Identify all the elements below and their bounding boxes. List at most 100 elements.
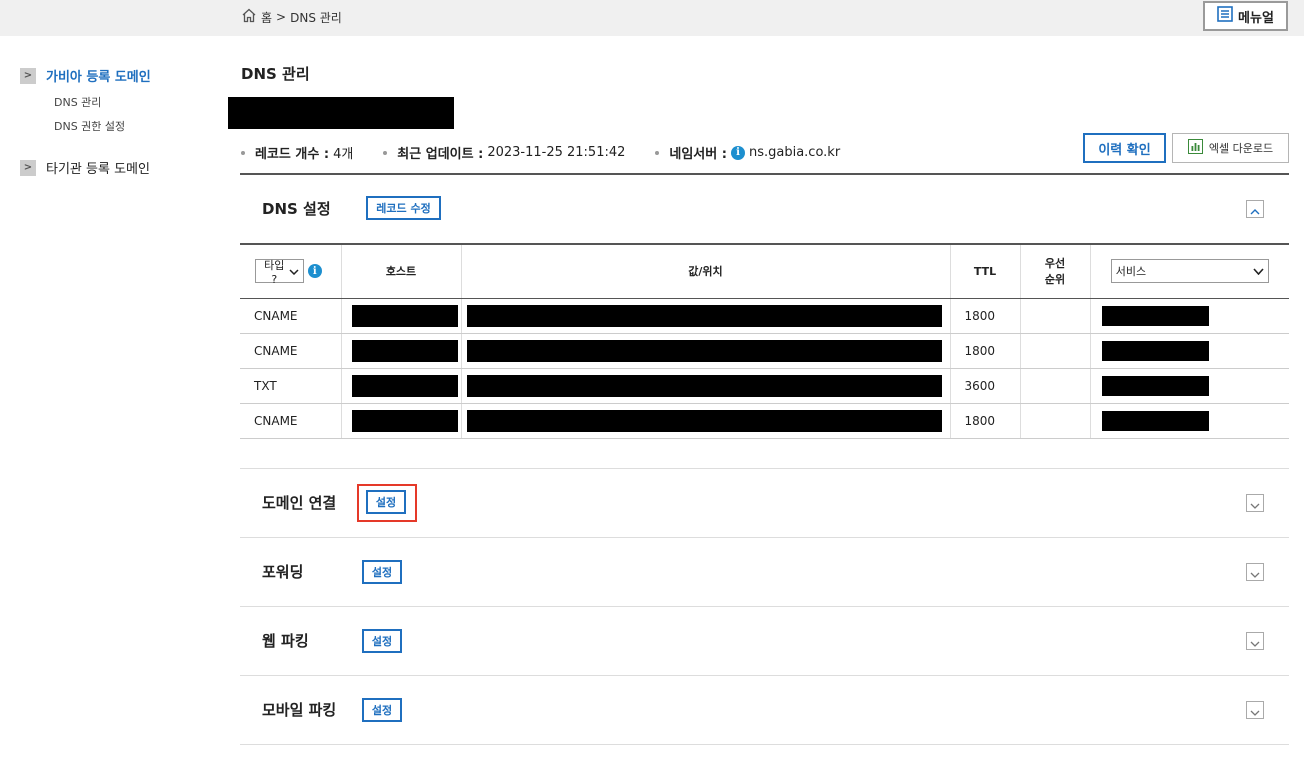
redacted-value — [466, 409, 942, 432]
expand-mobile-parking-toggle[interactable] — [1246, 701, 1264, 719]
record-ttl: 1800 — [949, 403, 1020, 439]
redacted-value — [466, 304, 942, 327]
sidebar-item-gabia-domains[interactable]: > 가비아 등록 도메인 — [20, 66, 151, 85]
mobile-parking-title: 모바일 파킹 — [262, 701, 337, 719]
nameserver: 네임서버 : i ns.gabia.co.kr — [655, 143, 840, 162]
expand-forwarding-toggle[interactable] — [1246, 563, 1264, 581]
record-service — [1089, 368, 1289, 404]
record-service — [1089, 298, 1289, 334]
service-filter-value: 서비스 — [1115, 265, 1147, 279]
bullet — [241, 150, 245, 155]
expand-domain-connect-toggle[interactable] — [1246, 494, 1264, 512]
record-value — [460, 403, 950, 439]
host-column-header: 호스트 — [340, 243, 461, 299]
table-header-row: 타입 ? i 호스트 값/위치 TTL 우선 순위 서비스 — [240, 243, 1289, 299]
breadcrumb: 홈 > DNS 관리 — [241, 8, 342, 26]
service-filter-select[interactable]: 서비스 — [1110, 259, 1269, 284]
record-type: CNAME — [240, 403, 341, 439]
record-host — [340, 298, 461, 334]
sidebar-item-label: 타기관 등록 도메인 — [46, 162, 150, 177]
priority-column-header: 우선 순위 — [1019, 243, 1090, 299]
record-count-label: 레코드 개수 : — [255, 147, 330, 162]
record-priority — [1019, 333, 1090, 369]
chevron-down-icon — [1253, 265, 1264, 278]
value-column-header: 값/위치 — [460, 243, 950, 299]
chevron-up-icon — [1250, 200, 1260, 219]
record-value — [460, 298, 950, 334]
chevron-down-icon — [1250, 632, 1260, 651]
chevron-down-icon — [289, 265, 299, 278]
redacted-domain-name — [228, 97, 454, 129]
table-row[interactable]: TXT 3600 — [240, 368, 1289, 404]
nameserver-label: 네임서버 : — [669, 147, 727, 162]
record-service — [1089, 403, 1289, 439]
bullet — [655, 150, 660, 155]
sidebar-item-label: 가비아 등록 도메인 — [46, 70, 151, 85]
dns-settings-title: DNS 설정 — [262, 200, 331, 218]
breadcrumb-separator: > — [276, 10, 287, 24]
info-icon[interactable]: i — [730, 145, 745, 160]
history-button[interactable]: 이력 확인 — [1083, 133, 1166, 163]
info-icon[interactable]: i — [307, 264, 322, 279]
redacted-service — [1101, 410, 1209, 431]
excel-icon — [1187, 139, 1209, 157]
last-update-label: 최근 업데이트 : — [397, 147, 484, 162]
record-type: TXT — [240, 368, 341, 404]
priority-header-line2: 순위 — [1044, 273, 1066, 287]
divider — [240, 606, 1289, 607]
dns-record-table: 타입 ? i 호스트 값/위치 TTL 우선 순위 서비스 CNAME 1800… — [240, 243, 1289, 439]
record-ttl: 1800 — [949, 298, 1020, 334]
web-parking-title: 웹 파킹 — [262, 632, 309, 650]
record-count-value: 4개 — [333, 147, 354, 162]
sidebar-subitem-dns-permission[interactable]: DNS 권한 설정 — [54, 118, 125, 134]
excel-download-label: 엑셀 다운로드 — [1208, 142, 1274, 155]
forwarding-settings-button[interactable]: 설정 — [362, 560, 402, 584]
record-priority — [1019, 368, 1090, 404]
collapse-dns-toggle[interactable] — [1246, 200, 1264, 218]
table-row[interactable]: CNAME 1800 — [240, 403, 1289, 439]
priority-header-line1: 우선 — [1044, 257, 1066, 271]
mobile-parking-settings-button[interactable]: 설정 — [362, 698, 402, 722]
nameserver-value: ns.gabia.co.kr — [748, 145, 841, 160]
record-edit-button[interactable]: 레코드 수정 — [366, 196, 441, 220]
table-row[interactable]: CNAME 1800 — [240, 298, 1289, 334]
divider — [240, 173, 1289, 175]
redacted-service — [1101, 305, 1209, 326]
web-parking-settings-button[interactable]: 설정 — [362, 629, 402, 653]
record-host — [340, 403, 461, 439]
record-priority — [1019, 298, 1090, 334]
type-column-header: 타입 ? i — [240, 243, 341, 299]
domain-info-row: 레코드 개수 : 4개 최근 업데이트 : 2023-11-25 21:51:4… — [241, 143, 870, 162]
chevron-down-icon — [1250, 701, 1260, 720]
excel-download-button[interactable]: 엑셀 다운로드 — [1172, 133, 1289, 163]
domain-connect-settings-button[interactable]: 설정 — [366, 490, 406, 514]
sidebar-subitem-dns-manage[interactable]: DNS 관리 — [54, 94, 101, 110]
divider — [240, 744, 1289, 745]
redacted-host — [351, 339, 458, 362]
record-value — [460, 333, 950, 369]
sidebar-item-other-domains[interactable]: > 타기관 등록 도메인 — [20, 158, 150, 177]
top-bar: 홈 > DNS 관리 메뉴얼 — [0, 0, 1304, 36]
table-row[interactable]: CNAME 1800 — [240, 333, 1289, 369]
home-icon[interactable] — [241, 8, 261, 26]
chevron-right-icon: > — [20, 67, 36, 84]
divider — [240, 468, 1289, 469]
redacted-service — [1101, 340, 1209, 361]
redacted-value — [466, 374, 942, 397]
chevron-right-icon: > — [20, 159, 36, 176]
type-filter-select[interactable]: 타입 ? — [254, 259, 304, 286]
service-column-header: 서비스 — [1089, 243, 1289, 299]
record-host — [340, 368, 461, 404]
breadcrumb-home[interactable]: 홈 — [261, 9, 272, 26]
chevron-down-icon — [1250, 563, 1260, 582]
page-title: DNS 관리 — [241, 65, 310, 83]
record-service — [1089, 333, 1289, 369]
redacted-service — [1101, 375, 1209, 396]
last-update-value: 2023-11-25 21:51:42 — [487, 145, 626, 160]
expand-web-parking-toggle[interactable] — [1246, 632, 1264, 650]
record-priority — [1019, 403, 1090, 439]
breadcrumb-current: DNS 관리 — [290, 10, 342, 25]
redacted-host — [351, 409, 458, 432]
manual-button[interactable]: 메뉴얼 — [1203, 1, 1288, 31]
record-ttl: 3600 — [949, 368, 1020, 404]
